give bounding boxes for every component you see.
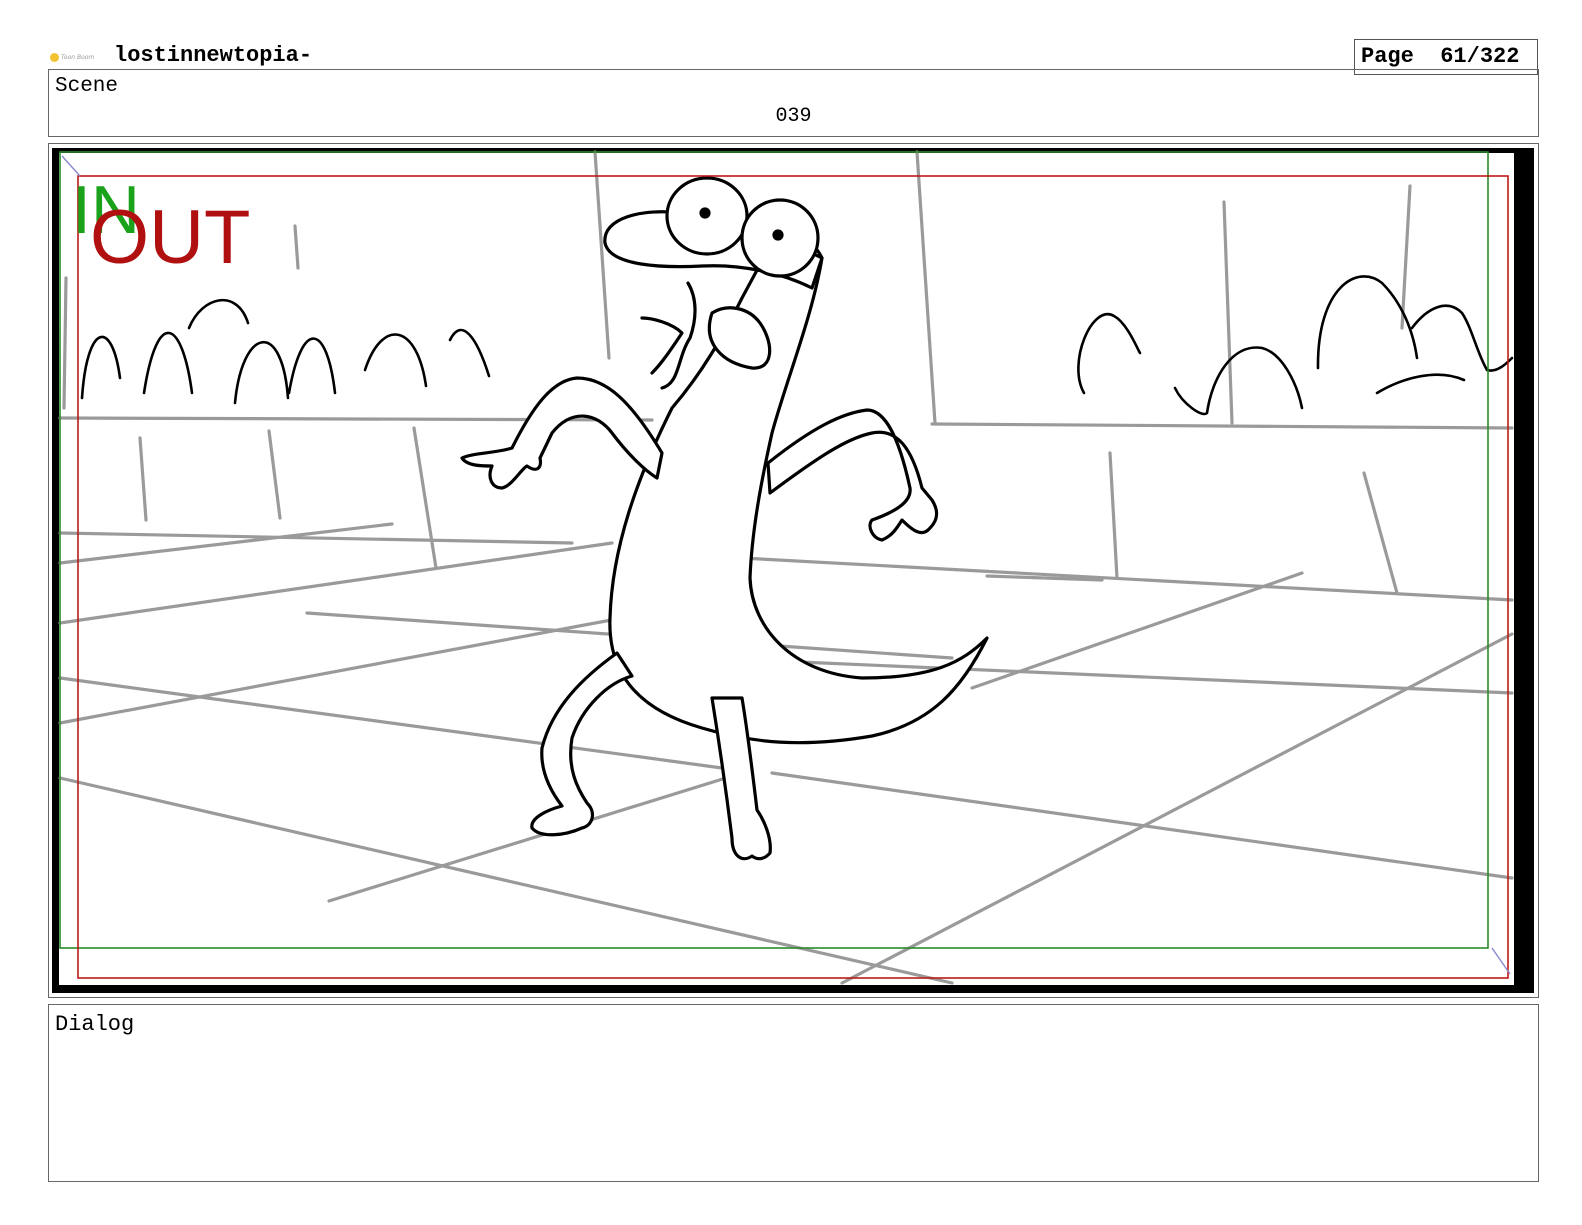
page-label: Page [1361,44,1414,69]
storyboard-panel: IN OUT [52,148,1534,993]
lizard-pupil-right [772,229,784,241]
page-value: 61/322 [1440,44,1520,69]
lizard-pupil-left [699,207,711,219]
logo-text: Toon Boom [61,53,95,61]
sun-icon [50,52,59,62]
out-marker: OUT [90,195,250,280]
dialog-label: Dialog [55,1012,135,1037]
toon-boom-logo: Toon Boom [50,50,100,64]
project-title: lostinnewtopia- [114,43,313,68]
dialog-box: Dialog [48,1004,1539,1182]
scene-label: Scene [55,75,119,98]
scene-number: 039 [775,105,812,128]
panel-drawing: IN OUT [52,148,1534,993]
scene-box: Scene 039 [48,69,1539,137]
